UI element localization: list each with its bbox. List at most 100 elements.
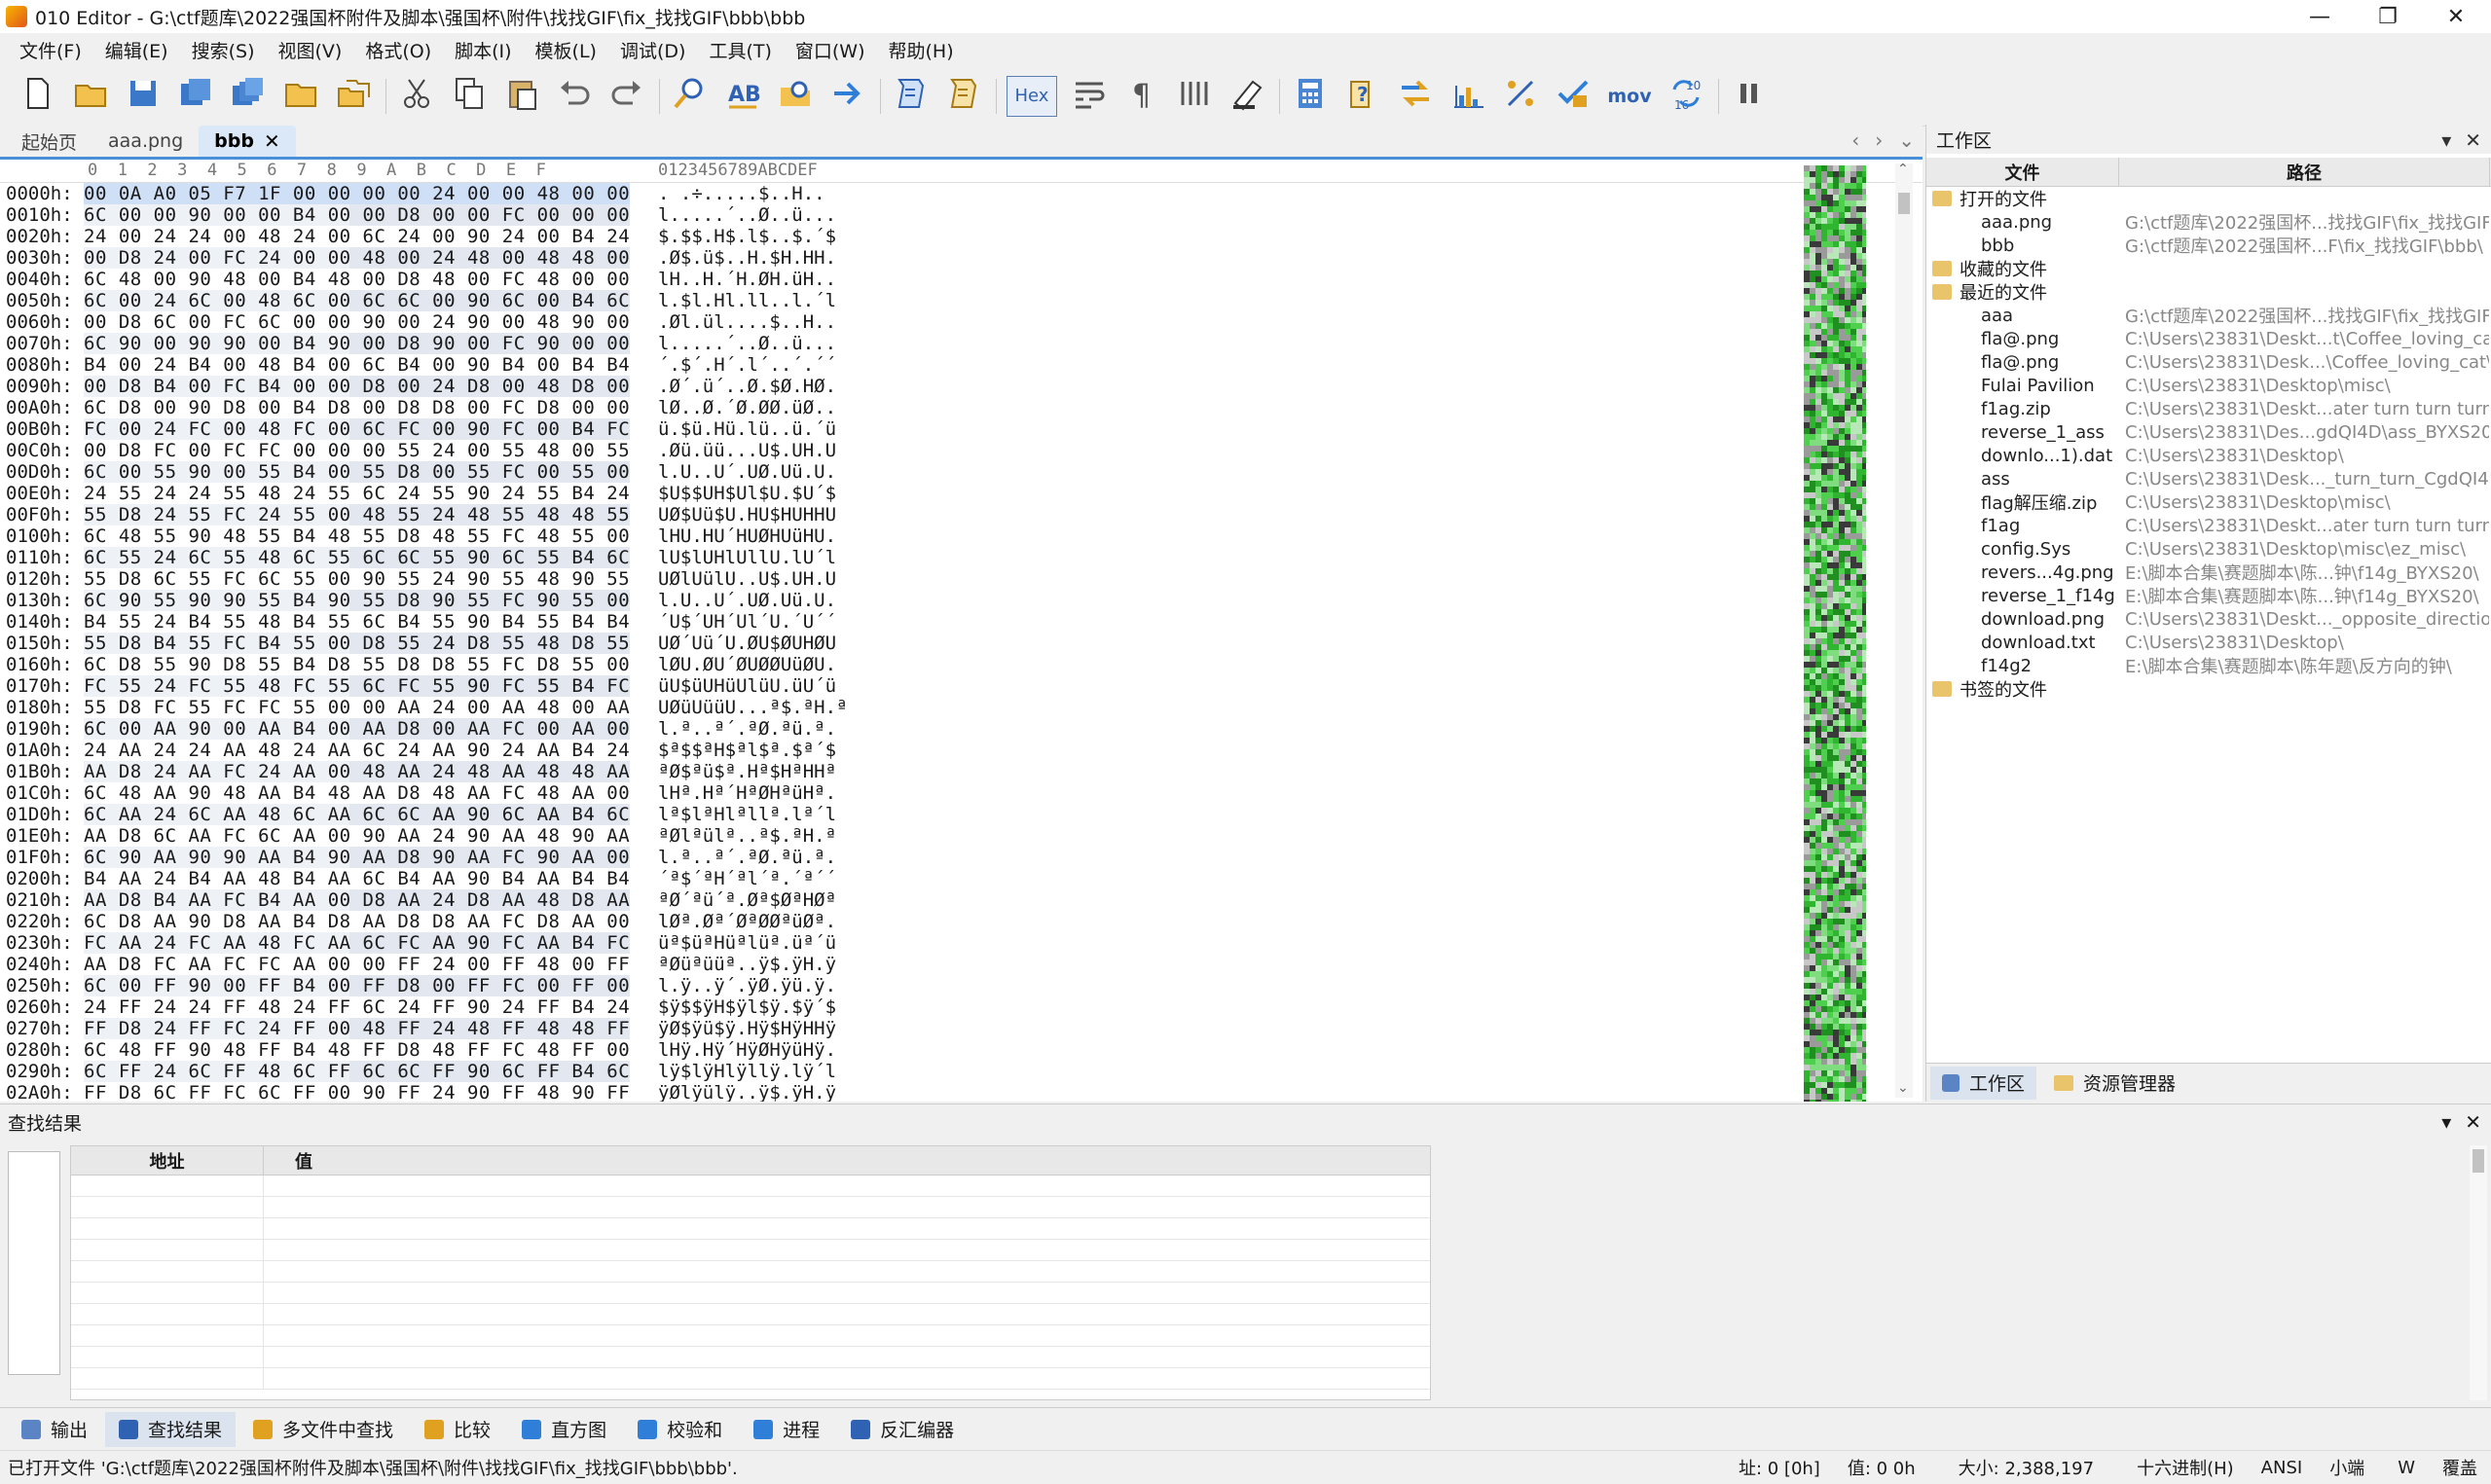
hex-ascii[interactable]: .Øl.ül....$..H.. [658,311,836,333]
hex-bytes[interactable]: 55 D8 24 55 FC 24 55 00 48 55 24 48 55 4… [84,504,631,525]
bottom-tab-process[interactable]: 进程 [740,1412,833,1447]
hex-row[interactable]: 01B0h: AA D8 24 AA FC 24 AA 00 48 AA 24 4… [0,761,857,782]
hex-bytes[interactable]: 6C 55 24 6C 55 48 6C 55 6C 6C 55 90 6C 5… [84,547,631,568]
goto-button[interactable] [827,76,868,117]
hex-row[interactable]: 0270h: FF D8 24 FF FC 24 FF 00 48 FF 24 4… [0,1018,857,1039]
hex-row[interactable]: 0010h: 6C 00 00 90 00 00 B4 00 00 D8 00 0… [0,204,857,226]
workspace-group[interactable]: 书签的文件 [1926,677,2491,701]
hex-ascii[interactable]: ´ª$´ªH´ªl´ª.´ª´´ [658,868,836,889]
hex-row[interactable]: 01D0h: 6C AA 24 6C AA 48 6C AA 6C 6C AA 9… [0,804,857,825]
hex-scrollbar[interactable]: ⌃ ⌄ [1895,162,1913,1098]
hex-bytes[interactable]: 6C 48 55 90 48 55 B4 48 55 D8 48 55 FC 4… [84,525,630,547]
hex-ascii[interactable]: l.....´..Ø..ü... [658,204,836,226]
undo-button[interactable] [554,76,595,117]
bottom-tab-checksum[interactable]: 校验和 [624,1412,736,1447]
cut-button[interactable] [396,76,437,117]
hex-row[interactable]: 0120h: 55 D8 6C 55 FC 6C 55 00 90 55 24 9… [0,568,857,590]
copy-button[interactable] [449,76,490,117]
panel-menu-icon[interactable]: ▾ [2441,128,2451,152]
hex-row[interactable]: 01C0h: 6C 48 AA 90 48 AA B4 48 AA D8 48 A… [0,782,857,804]
find-scrollbar[interactable] [2470,1145,2487,1400]
workspace-group[interactable]: 收藏的文件 [1926,257,2491,280]
hex-ascii[interactable]: lØª.Øª´ØªØØªüØª. [658,911,836,932]
hex-ascii[interactable]: . .÷.....$..H.. [658,183,825,204]
hex-bytes[interactable]: AA D8 24 AA FC 24 AA 00 48 AA 24 48 AA 4… [84,761,631,782]
hex-row[interactable]: 0260h: 24 FF 24 24 FF 48 24 FF 6C 24 FF 9… [0,996,857,1018]
hex-ascii[interactable]: lHª.Hª´HªØHªüHª. [658,782,836,804]
hex-ascii[interactable]: l.U..U´.UØ.Uü.U. [658,590,836,611]
workspace-file-item[interactable]: Fulai Pavilion C:\Users\23831\Desktop\mis… [1926,374,2491,397]
hex-row[interactable]: 0150h: 55 D8 B4 55 FC B4 55 00 D8 55 24 D… [0,633,857,654]
hex-bytes[interactable]: 00 D8 B4 00 FC B4 00 00 D8 00 24 D8 00 4… [84,376,631,397]
hex-row[interactable]: 02A0h: FF D8 6C FF FC 6C FF 00 90 FF 24 9… [0,1082,857,1102]
redo-button[interactable] [606,76,647,117]
hex-ascii[interactable]: üª$üªHüªlüª.üª´ü [658,932,836,954]
hex-bytes[interactable]: FC 00 24 FC 00 48 FC 00 6C FC 00 90 FC 0… [84,418,631,440]
hex-row[interactable]: 0240h: AA D8 FC AA FC FC AA 00 00 FF 24 0… [0,954,857,975]
hex-row[interactable]: 0230h: FC AA 24 FC AA 48 FC AA 6C FC AA 9… [0,932,857,954]
panel-close-icon[interactable]: ✕ [2465,1110,2481,1134]
workspace-file-item[interactable]: reverse_1_f14g E:\脚本合集\赛题脚本\陈...钟\f14g_BY… [1926,584,2491,608]
tab-list-icon[interactable]: ⌄ [1898,128,1915,152]
calculator-button[interactable] [1290,76,1331,117]
hex-row[interactable]: 00F0h: 55 D8 24 55 FC 24 55 00 48 55 24 4… [0,504,857,525]
hex-row[interactable]: 0210h: AA D8 B4 AA FC B4 AA 00 D8 AA 24 D… [0,889,857,911]
hex-row[interactable]: 0050h: 6C 00 24 6C 00 48 6C 00 6C 6C 00 9… [0,290,857,311]
hex-bytes[interactable]: 6C D8 55 90 D8 55 B4 D8 55 D8 D8 55 FC D… [84,654,630,675]
hex-row[interactable]: 0140h: B4 55 24 B4 55 48 B4 55 6C B4 55 9… [0,611,857,633]
hex-row[interactable]: 01F0h: 6C 90 AA 90 90 AA B4 90 AA D8 90 A… [0,847,857,868]
workspace-file-item[interactable]: fla@.png C:\Users\23831\Desk...\Coffee_lo… [1926,350,2491,374]
base-convert-button[interactable]: 10 16 [1666,76,1706,117]
hex-bytes[interactable]: FF D8 24 FF FC 24 FF 00 48 FF 24 48 FF 4… [84,1018,631,1039]
pilcrow-button[interactable]: ¶ [1121,76,1162,117]
hex-row[interactable]: 00C0h: 00 D8 FC 00 FC FC 00 00 00 55 24 0… [0,440,857,461]
hex-bytes[interactable]: 6C 48 AA 90 48 AA B4 48 AA D8 48 AA FC 4… [84,782,630,804]
hex-ascii[interactable]: l.....´..Ø..ü... [658,333,836,354]
hex-bytes[interactable]: 24 55 24 24 55 48 24 55 6C 24 55 90 24 5… [84,483,630,504]
hex-row[interactable]: 0280h: 6C 48 FF 90 48 FF B4 48 FF D8 48 F… [0,1039,857,1061]
hex-bytes[interactable]: 6C FF 24 6C FF 48 6C FF 6C 6C FF 90 6C F… [84,1061,631,1082]
hex-bytes[interactable]: 6C 48 FF 90 48 FF B4 48 FF D8 48 FF FC 4… [84,1039,630,1061]
menu-item[interactable]: 调试(D) [608,37,697,63]
hex-bytes[interactable]: 6C 00 00 90 00 00 B4 00 00 D8 00 00 FC 0… [84,204,631,226]
hex-bytes[interactable]: 24 AA 24 24 AA 48 24 AA 6C 24 AA 90 24 A… [84,740,630,761]
menu-item[interactable]: 视图(V) [267,37,354,63]
save-all-button[interactable] [228,76,269,117]
scroll-down-icon[interactable]: ⌄ [1897,1080,1909,1096]
bottom-tab-disassembler[interactable]: 反汇编器 [837,1412,968,1447]
hex-bytes[interactable]: 6C D8 00 90 D8 00 B4 D8 00 D8 D8 00 FC D… [84,397,630,418]
hex-ascii[interactable]: $U$$UH$Ul$U.$U´$ [658,483,836,504]
hex-ascii[interactable]: ü.$ü.Hü.lü..ü.´ü [658,418,836,440]
hex-bytes[interactable]: 6C 90 55 90 90 55 B4 90 55 D8 90 55 FC 9… [84,590,631,611]
swap-button[interactable] [1395,76,1436,117]
hex-ascii[interactable]: UØüUüüU...ª$.ªH.ª [658,697,847,718]
help-button[interactable]: ? [1342,76,1383,117]
hex-row[interactable]: 0130h: 6C 90 55 90 90 55 B4 90 55 D8 90 5… [0,590,857,611]
hex-row[interactable]: 0170h: FC 55 24 FC 55 48 FC 55 6C FC 55 9… [0,675,857,697]
tab-bbb[interactable]: bbb ✕ [199,126,296,157]
workspace-file-item[interactable]: revers...4g.png E:\脚本合集\赛题脚本\陈...钟\f14g_B… [1926,561,2491,585]
hex-ascii[interactable]: lØU.ØU´ØUØØUüØU. [658,654,836,675]
hex-ascii[interactable]: üU$üUHüUlüU.üU´ü [658,675,836,697]
paste-button[interactable] [501,76,542,117]
find-scroll-thumb[interactable] [2473,1149,2484,1173]
hex-bytes[interactable]: 24 FF 24 24 FF 48 24 FF 6C 24 FF 90 24 F… [84,996,630,1018]
hex-bytes[interactable]: FC AA 24 FC AA 48 FC AA 6C FC AA 90 FC A… [84,932,631,954]
menu-item[interactable]: 帮助(H) [877,37,966,63]
status-endian[interactable]: 小端 [2316,1455,2378,1480]
hex-row[interactable]: 0070h: 6C 90 00 90 90 00 B4 90 00 D8 90 0… [0,333,857,354]
hex-row[interactable]: 00A0h: 6C D8 00 90 D8 00 B4 D8 00 D8 D8 0… [0,397,857,418]
tab-prev-icon[interactable]: ‹ [1851,128,1859,152]
hex-bytes[interactable]: 24 00 24 24 00 48 24 00 6C 24 00 90 24 0… [84,226,630,247]
hex-ascii[interactable]: lHU.HU´HUØHUüHU. [658,525,836,547]
workspace-file-item[interactable]: config.Sys C:\Users\23831\Desktop\misc\ez… [1926,537,2491,561]
hex-bytes[interactable]: 6C 00 24 6C 00 48 6C 00 6C 6C 00 90 6C 0… [84,290,631,311]
restore-button[interactable]: ❐ [2355,0,2421,33]
hex-row[interactable]: 0100h: 6C 48 55 90 48 55 B4 48 55 D8 48 5… [0,525,857,547]
scroll-up-icon[interactable]: ⌃ [1897,162,1909,177]
menu-item[interactable]: 脚本(I) [443,37,523,63]
hex-ascii[interactable]: ªØ´ªü´ª.Øª$ØªHØª [658,889,836,911]
hex-bytes[interactable]: AA D8 B4 AA FC B4 AA 00 D8 AA 24 D8 AA 4… [84,889,631,911]
hex-bytes[interactable]: 55 D8 FC 55 FC FC 55 00 00 AA 24 00 AA 4… [84,697,630,718]
hex-ascii[interactable]: l.U..U´.UØ.Uü.U. [658,461,836,483]
